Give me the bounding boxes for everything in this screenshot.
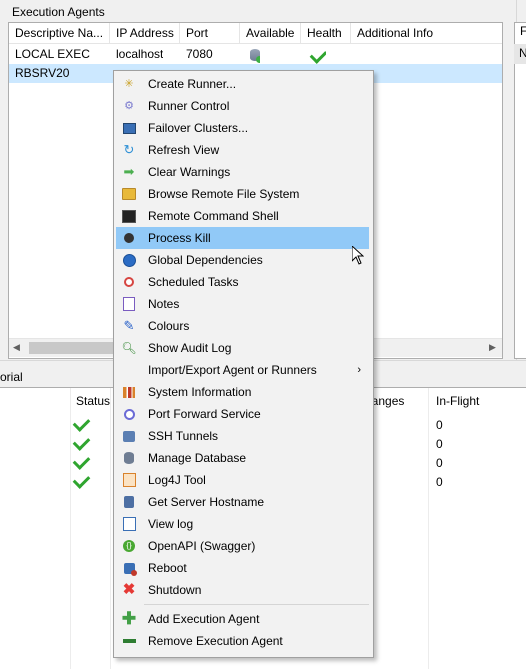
right-cell-fragment: N bbox=[519, 46, 526, 60]
scroll-thumb[interactable] bbox=[29, 342, 124, 354]
cell-name: RBSRV20 bbox=[15, 66, 70, 80]
col-ip-address[interactable]: IP Address bbox=[110, 23, 180, 43]
agents-table-header: Descriptive Na... IP Address Port Availa… bbox=[9, 23, 502, 44]
menu-item-clear-warnings[interactable]: ➡ Clear Warnings bbox=[116, 161, 369, 183]
cell-in-flight: 0 bbox=[436, 475, 443, 489]
menu-item-remove-execution-agent[interactable]: Remove Execution Agent bbox=[116, 630, 369, 652]
menu-item-shutdown[interactable]: ✖ Shutdown bbox=[116, 579, 369, 601]
menu-item-create-runner[interactable]: ✳ Create Runner... bbox=[116, 73, 369, 95]
menu-item-add-execution-agent[interactable]: ✚ Add Execution Agent bbox=[116, 608, 369, 630]
menu-item-notes[interactable]: Notes bbox=[116, 293, 369, 315]
new-runner-icon: ✳ bbox=[124, 78, 134, 90]
swagger-icon: {} bbox=[122, 539, 136, 553]
cell-name: LOCAL EXEC bbox=[15, 47, 90, 61]
chart-icon bbox=[122, 385, 136, 399]
menu-item-runner-control[interactable]: ⚙ Runner Control bbox=[116, 95, 369, 117]
menu-item-scheduled-tasks[interactable]: Scheduled Tasks bbox=[116, 271, 369, 293]
right-table[interactable] bbox=[514, 22, 526, 359]
gear-icon: ⚙ bbox=[124, 100, 134, 112]
log4j-icon bbox=[122, 473, 136, 487]
check-icon bbox=[72, 414, 91, 432]
menu-item-log4j-tool[interactable]: Log4J Tool bbox=[116, 469, 369, 491]
alarm-clock-icon bbox=[122, 275, 136, 289]
mouse-cursor-icon bbox=[351, 244, 365, 268]
right-header-fragment: F bbox=[520, 24, 526, 38]
cell-in-flight: 0 bbox=[436, 418, 443, 432]
server-icon bbox=[122, 495, 136, 509]
menu-item-port-forward[interactable]: Port Forward Service bbox=[116, 403, 369, 425]
menu-item-refresh-view[interactable]: ↻ Refresh View bbox=[116, 139, 369, 161]
menu-item-system-information[interactable]: System Information bbox=[116, 381, 369, 403]
cluster-icon bbox=[122, 121, 136, 135]
col-health[interactable]: Health bbox=[301, 23, 351, 43]
col-descriptive-name[interactable]: Descriptive Na... bbox=[9, 23, 110, 43]
col-port[interactable]: Port bbox=[180, 23, 240, 43]
globe-icon bbox=[122, 253, 136, 267]
check-icon bbox=[72, 471, 91, 489]
arrow-right-icon: ➡ bbox=[123, 164, 135, 179]
reboot-icon bbox=[122, 561, 137, 576]
cell-port: 7080 bbox=[186, 47, 213, 61]
view-log-icon bbox=[122, 517, 136, 531]
database-icon bbox=[122, 451, 136, 465]
menu-item-reboot[interactable]: Reboot bbox=[116, 557, 369, 579]
tunnel-icon bbox=[122, 429, 136, 443]
menu-item-process-kill[interactable]: Process Kill bbox=[116, 227, 369, 249]
col-in-flight[interactable]: In-Flight bbox=[436, 394, 479, 408]
menu-item-failover-clusters[interactable]: Failover Clusters... bbox=[116, 117, 369, 139]
clock-icon bbox=[122, 407, 136, 421]
bomb-icon bbox=[122, 231, 136, 245]
notes-icon bbox=[122, 297, 136, 311]
col-additional-info[interactable]: Additional Info bbox=[351, 23, 502, 43]
menu-item-import-export[interactable]: Import/Export Agent or Runners › bbox=[116, 359, 369, 381]
scroll-right-icon[interactable]: ▶ bbox=[489, 342, 496, 353]
bottom-col-divider bbox=[0, 388, 71, 669]
table-row[interactable]: LOCAL EXEC localhost 7080 bbox=[9, 45, 502, 64]
col-available[interactable]: Available bbox=[240, 23, 301, 43]
magnifier-icon: 🔍︎ bbox=[121, 341, 137, 355]
menu-item-colours[interactable]: ✎ Colours bbox=[116, 315, 369, 337]
menu-separator bbox=[144, 604, 369, 605]
refresh-icon: ↻ bbox=[123, 142, 135, 157]
check-icon bbox=[72, 433, 91, 451]
cell-ip: localhost bbox=[116, 47, 164, 61]
menu-item-view-log[interactable]: View log bbox=[116, 513, 369, 535]
plus-icon: ✚ bbox=[121, 609, 137, 628]
bottom-panel-title: orial bbox=[0, 370, 23, 384]
menu-item-ssh-tunnels[interactable]: SSH Tunnels bbox=[116, 425, 369, 447]
col-status[interactable]: Status bbox=[76, 394, 110, 408]
menu-item-global-dependencies[interactable]: Global Dependencies bbox=[116, 249, 369, 271]
menu-item-browse-remote-fs[interactable]: Browse Remote File System bbox=[116, 183, 369, 205]
terminal-icon bbox=[122, 209, 136, 223]
menu-item-get-server-hostname[interactable]: Get Server Hostname bbox=[116, 491, 369, 513]
scroll-left-icon[interactable]: ◀ bbox=[13, 342, 20, 353]
cell-in-flight: 0 bbox=[436, 456, 443, 470]
menu-item-manage-database[interactable]: Manage Database bbox=[116, 447, 369, 469]
menu-item-show-audit-log[interactable]: 🔍︎ Show Audit Log bbox=[116, 337, 369, 359]
panel-title: Execution Agents bbox=[12, 5, 105, 19]
folder-icon bbox=[122, 187, 136, 201]
context-menu: ✳ Create Runner... ⚙ Runner Control Fail… bbox=[113, 70, 374, 658]
chevron-right-icon: › bbox=[357, 364, 361, 376]
close-icon: ✖ bbox=[122, 581, 136, 598]
menu-item-openapi[interactable]: {} OpenAPI (Swagger) bbox=[116, 535, 369, 557]
menu-item-remote-shell[interactable]: Remote Command Shell bbox=[116, 205, 369, 227]
minus-icon bbox=[122, 634, 136, 648]
paint-brush-icon: ✎ bbox=[123, 318, 135, 333]
check-icon bbox=[72, 452, 91, 470]
cell-in-flight: 0 bbox=[436, 437, 443, 451]
